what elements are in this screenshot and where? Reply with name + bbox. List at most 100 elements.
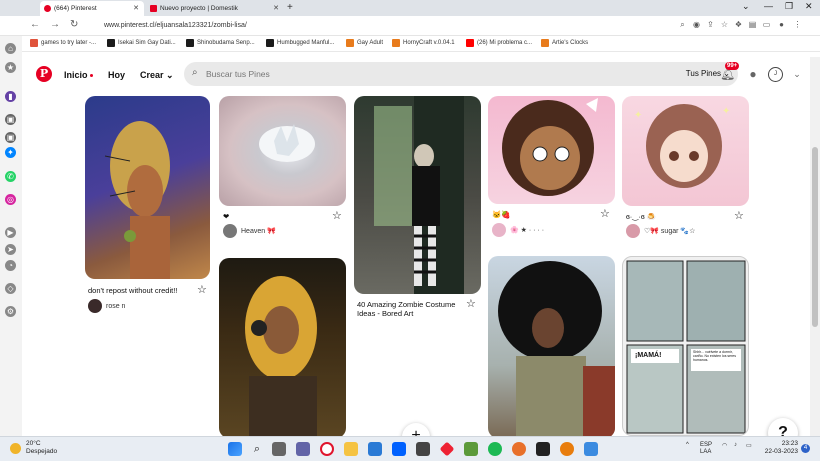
extensions-icon[interactable]: ❖ [734,20,743,29]
pin-image-curly-hair[interactable] [488,256,615,436]
pin-image-pink-anime[interactable]: ✦ ✦ [622,96,749,206]
wifi-icon[interactable]: ◠ [722,442,727,449]
sidebar-player-icon[interactable]: ▶ [5,227,16,238]
dropbox-icon[interactable] [392,442,406,456]
volume-icon[interactable]: ♪ [734,442,737,448]
pin-caption[interactable]: ɞ·‿·ɞ 🍮 [626,212,656,221]
spotify-icon[interactable] [488,442,502,456]
start-icon[interactable] [228,442,242,456]
reload-icon[interactable]: ↻ [70,19,78,30]
bookmark-item[interactable]: Humbugged Manful... [266,39,334,47]
pin-image-zombie-costume[interactable] [354,96,481,294]
extension-cube-icon[interactable]: ◇ [5,283,16,294]
bookmark-item[interactable]: HornyCraft v.0.04.1 [392,39,455,47]
bookmark-item[interactable]: Artie's Clocks [541,39,588,47]
close-tab-icon[interactable]: ✕ [273,4,279,12]
whatsapp-icon[interactable]: ✆ [5,171,16,182]
bookmark-item[interactable]: Gay Adult [346,39,383,47]
tab-domestika[interactable]: Nuevo proyecto | Domestik ✕ [146,1,284,16]
windows-taskbar: 20°C Despejado ⌕ ^ ESP LAA ◠ ♪ ▭ 23:23 22… [0,436,820,461]
save-star-icon[interactable]: ☆ [332,209,342,222]
save-star-icon[interactable]: ☆ [466,297,476,310]
search-input[interactable]: ⌕ Buscar tus Pines Tus Pines ⌄ [184,62,738,86]
pin-image-yellow-hair[interactable] [219,258,346,436]
battery-icon[interactable]: ▭ [746,442,752,449]
sidebar-toggle-icon[interactable]: ▭ [762,20,771,29]
messenger-icon[interactable]: ✦ [5,147,16,158]
sidebar-twitch-icon[interactable]: ▮ [5,91,16,102]
share-icon[interactable]: ⇪ [706,20,715,29]
messages-icon[interactable]: ● [746,67,760,81]
file-explorer-icon[interactable] [344,442,358,456]
search-icon[interactable]: ⌕ [250,442,264,456]
settings-icon[interactable]: ⚙ [5,306,16,317]
notification-count[interactable]: 4 [801,444,810,453]
url-field[interactable]: www.pinterest.cl/eljuansala123321/zombi-… [94,19,694,33]
sidebar-home-icon[interactable]: ⌂ [5,43,16,54]
bookmark-item[interactable]: Isekai Sim Gay Dati... [107,39,176,47]
search-icon[interactable]: ⌕ [678,20,687,29]
maximize-icon[interactable]: ❐ [785,1,793,12]
sidebar-app-icon[interactable]: ▣ [5,114,16,125]
language-indicator[interactable]: ESP LAA [700,442,712,456]
terminal-icon[interactable] [536,442,550,456]
nav-create[interactable]: Crear ⌄ [140,70,174,81]
history-icon[interactable]: ◔ [5,260,16,271]
close-tab-icon[interactable]: ✕ [133,4,139,12]
nav-today[interactable]: Hoy [108,70,125,80]
scrollbar[interactable] [810,57,820,436]
pin-image-doll[interactable] [85,96,210,279]
camera-icon[interactable]: ◉ [692,20,701,29]
pin-user[interactable]: ♡🎀 sugar 🐾☆ [626,224,695,238]
profile-icon[interactable]: ● [777,20,786,29]
sidebar-send-icon[interactable]: ➤ [5,244,16,255]
pin-caption[interactable]: 🐱🍓 [492,210,511,219]
pin-image-comic[interactable]: ¡MAMÁ! Shhh... vuélvete a dormir, cariño… [622,256,749,436]
pin-image-eye[interactable] [219,96,346,206]
pin-image-anime-girl[interactable] [488,96,615,204]
weather-widget[interactable]: 20°C Despejado [10,440,57,456]
blender-icon[interactable] [560,442,574,456]
task-view-icon[interactable] [272,442,286,456]
app-blue-icon[interactable] [584,442,598,456]
minimize-icon[interactable]: — [764,1,773,11]
account-chevron-icon[interactable]: ⌄ [790,67,804,81]
search-tabs-icon[interactable]: ⌄ [742,1,750,12]
tab-pinterest[interactable]: (664) Pinterest ✕ [40,1,144,16]
sidebar-star-icon[interactable]: ★ [5,62,16,73]
minecraft-icon[interactable] [464,442,478,456]
reading-list-icon[interactable]: ▤ [748,20,757,29]
bookmark-star-icon[interactable]: ☆ [720,20,729,29]
pin-caption[interactable]: 40 Amazing Zombie Costume Ideas - Bored … [357,300,462,318]
system-clock[interactable]: 23:23 22-03-2023 [762,440,798,456]
chat-icon[interactable] [296,442,310,456]
pinterest-logo-icon[interactable]: P [36,66,52,82]
pin-caption[interactable]: don't repost without credit!! [88,286,198,295]
app-red-icon[interactable] [439,441,455,457]
pin-user[interactable]: rose n [88,299,125,313]
pin-caption[interactable]: ❤ [223,212,229,221]
nav-home[interactable]: Inicio [64,70,93,80]
bookmark-item[interactable]: games to try later -... [30,39,96,47]
window-close-icon[interactable]: ✕ [805,1,813,12]
save-star-icon[interactable]: ☆ [197,283,207,296]
new-tab-icon[interactable]: + [287,2,293,13]
menu-icon[interactable]: ⋮ [793,20,802,29]
bookmark-item[interactable]: (26) Mi problema c... [466,39,532,47]
store-icon[interactable] [416,442,430,456]
maps-icon[interactable] [512,442,526,456]
save-star-icon[interactable]: ☆ [600,207,610,220]
instagram-icon[interactable]: ◎ [5,194,16,205]
forward-icon[interactable]: → [50,19,60,30]
opera-icon[interactable] [320,442,334,456]
mail-icon[interactable] [368,442,382,456]
back-icon[interactable]: ← [30,19,40,30]
tray-chevron-icon[interactable]: ^ [686,442,689,448]
sidebar-app-icon-2[interactable]: ▣ [5,132,16,143]
bookmark-item[interactable]: Shinobudama Senp... [186,39,255,47]
scrollbar-thumb[interactable] [812,147,818,327]
save-star-icon[interactable]: ☆ [734,209,744,222]
avatar[interactable]: J [768,67,783,82]
pin-user[interactable]: Heaven 🎀 [223,224,276,238]
pin-user[interactable]: 🌸 ★ · · · · [492,223,544,237]
